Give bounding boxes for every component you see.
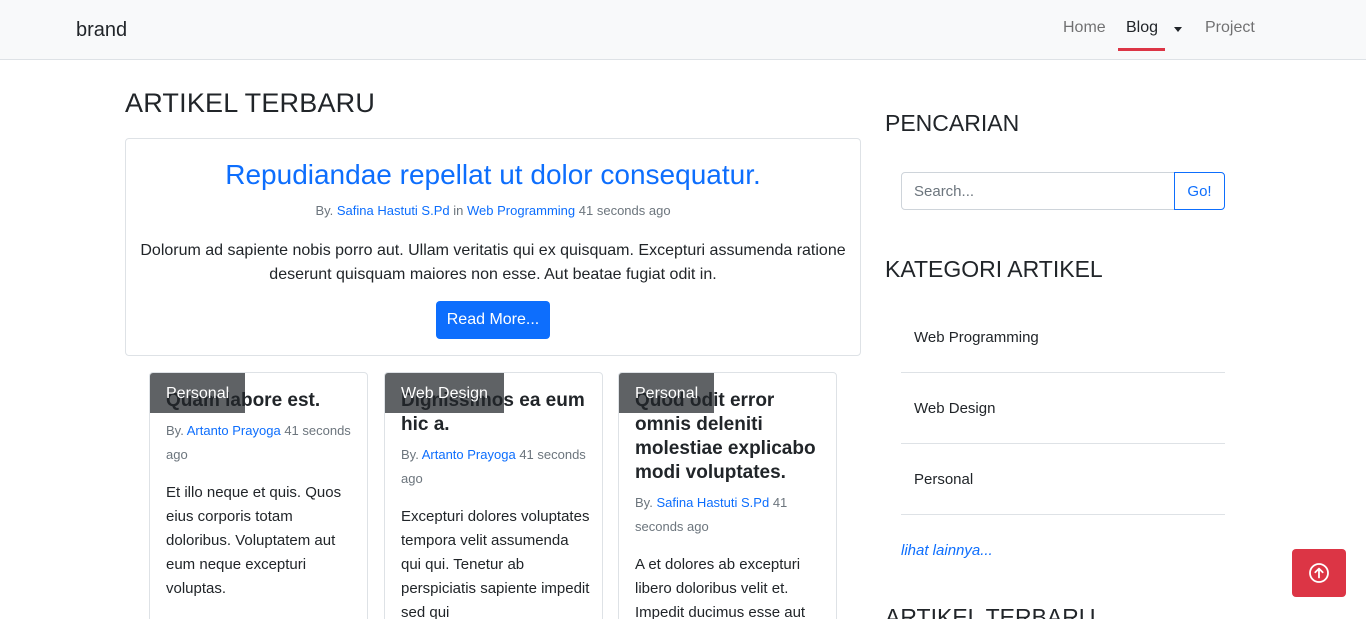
category-list: Web Programming Web Design Personal (901, 302, 1225, 515)
brand-link[interactable]: brand (76, 19, 127, 42)
category-item-web-programming[interactable]: Web Programming (901, 302, 1225, 373)
author-link[interactable]: Safina Hastuti S.Pd (656, 495, 769, 510)
navbar: brand Home Blog Project (0, 0, 1366, 60)
main-section-title: ARTIKEL TERBARU (125, 88, 376, 118)
article-card: Personal Quod odit error omnis deleniti … (618, 372, 837, 619)
search-button[interactable]: Go! (1174, 172, 1225, 210)
card-body: Dignissimos ea eum hic a. By. Artanto Pr… (401, 389, 591, 619)
author-link[interactable]: Artanto Prayoga (422, 447, 516, 462)
featured-article-meta: By. Safina Hastuti S.Pd in Web Programmi… (126, 203, 860, 218)
author-link[interactable]: Artanto Prayoga (187, 423, 281, 438)
meta-by-label: By. (401, 447, 419, 462)
more-categories-link[interactable]: lihat lainnya... (901, 542, 993, 559)
category-item-personal[interactable]: Personal (901, 444, 1225, 515)
article-card: Personal Quam labore est. By. Artanto Pr… (149, 372, 368, 619)
card-meta: By. Artanto Prayoga 41 seconds ago (166, 419, 356, 467)
meta-by-label: By. (166, 423, 184, 438)
arrow-up-circle-icon (1309, 563, 1329, 583)
featured-article-excerpt: Dolorum ad sapiente nobis porro aut. Ull… (140, 242, 846, 283)
category-item-web-design[interactable]: Web Design (901, 373, 1225, 444)
category-badge[interactable]: Personal (619, 373, 715, 413)
search-section-title: PENCARIAN (885, 110, 1020, 136)
featured-article-card: Repudiandae repellat ut dolor consequatu… (125, 138, 861, 356)
read-more-button[interactable]: Read More... (436, 301, 550, 339)
search-input[interactable] (901, 172, 1175, 210)
card-meta: By. Safina Hastuti S.Pd 41 seconds ago (635, 491, 825, 539)
meta-time: 41 seconds ago (578, 203, 671, 218)
category-badge[interactable]: Personal (150, 373, 246, 413)
author-link[interactable]: Safina Hastuti S.Pd (337, 203, 450, 218)
card-body: Quam labore est. By. Artanto Prayoga 41 … (166, 389, 356, 601)
article-card: Web Design Dignissimos ea eum hic a. By.… (384, 372, 603, 619)
category-section-title: KATEGORI ARTIKEL (885, 256, 1103, 282)
card-excerpt: Et illo neque et quis. Quos eius corpori… (166, 484, 342, 597)
nav-home-link[interactable]: Home (1063, 19, 1106, 37)
latest-articles-section-title: ARTIKEL TERBARU (885, 604, 1096, 619)
meta-by-label: By. (315, 203, 334, 218)
featured-article-title[interactable]: Repudiandae repellat ut dolor consequatu… (126, 159, 860, 191)
back-to-top-button[interactable] (1292, 549, 1346, 597)
nav-project-link[interactable]: Project (1205, 19, 1255, 37)
card-meta: By. Artanto Prayoga 41 seconds ago (401, 443, 591, 491)
card-excerpt: A et dolores ab excepturi libero dolorib… (635, 556, 806, 619)
category-link[interactable]: Web Programming (467, 203, 575, 218)
card-excerpt: Excepturi dolores voluptates tempora vel… (401, 508, 590, 619)
meta-in-label: in (453, 203, 464, 218)
blog-dropdown-caret-icon[interactable] (1174, 27, 1182, 32)
nav-blog-link[interactable]: Blog (1126, 19, 1158, 37)
nav-active-indicator (1118, 48, 1165, 51)
meta-by-label: By. (635, 495, 653, 510)
category-badge[interactable]: Web Design (385, 373, 504, 413)
card-body: Quod odit error omnis deleniti molestiae… (635, 389, 825, 619)
